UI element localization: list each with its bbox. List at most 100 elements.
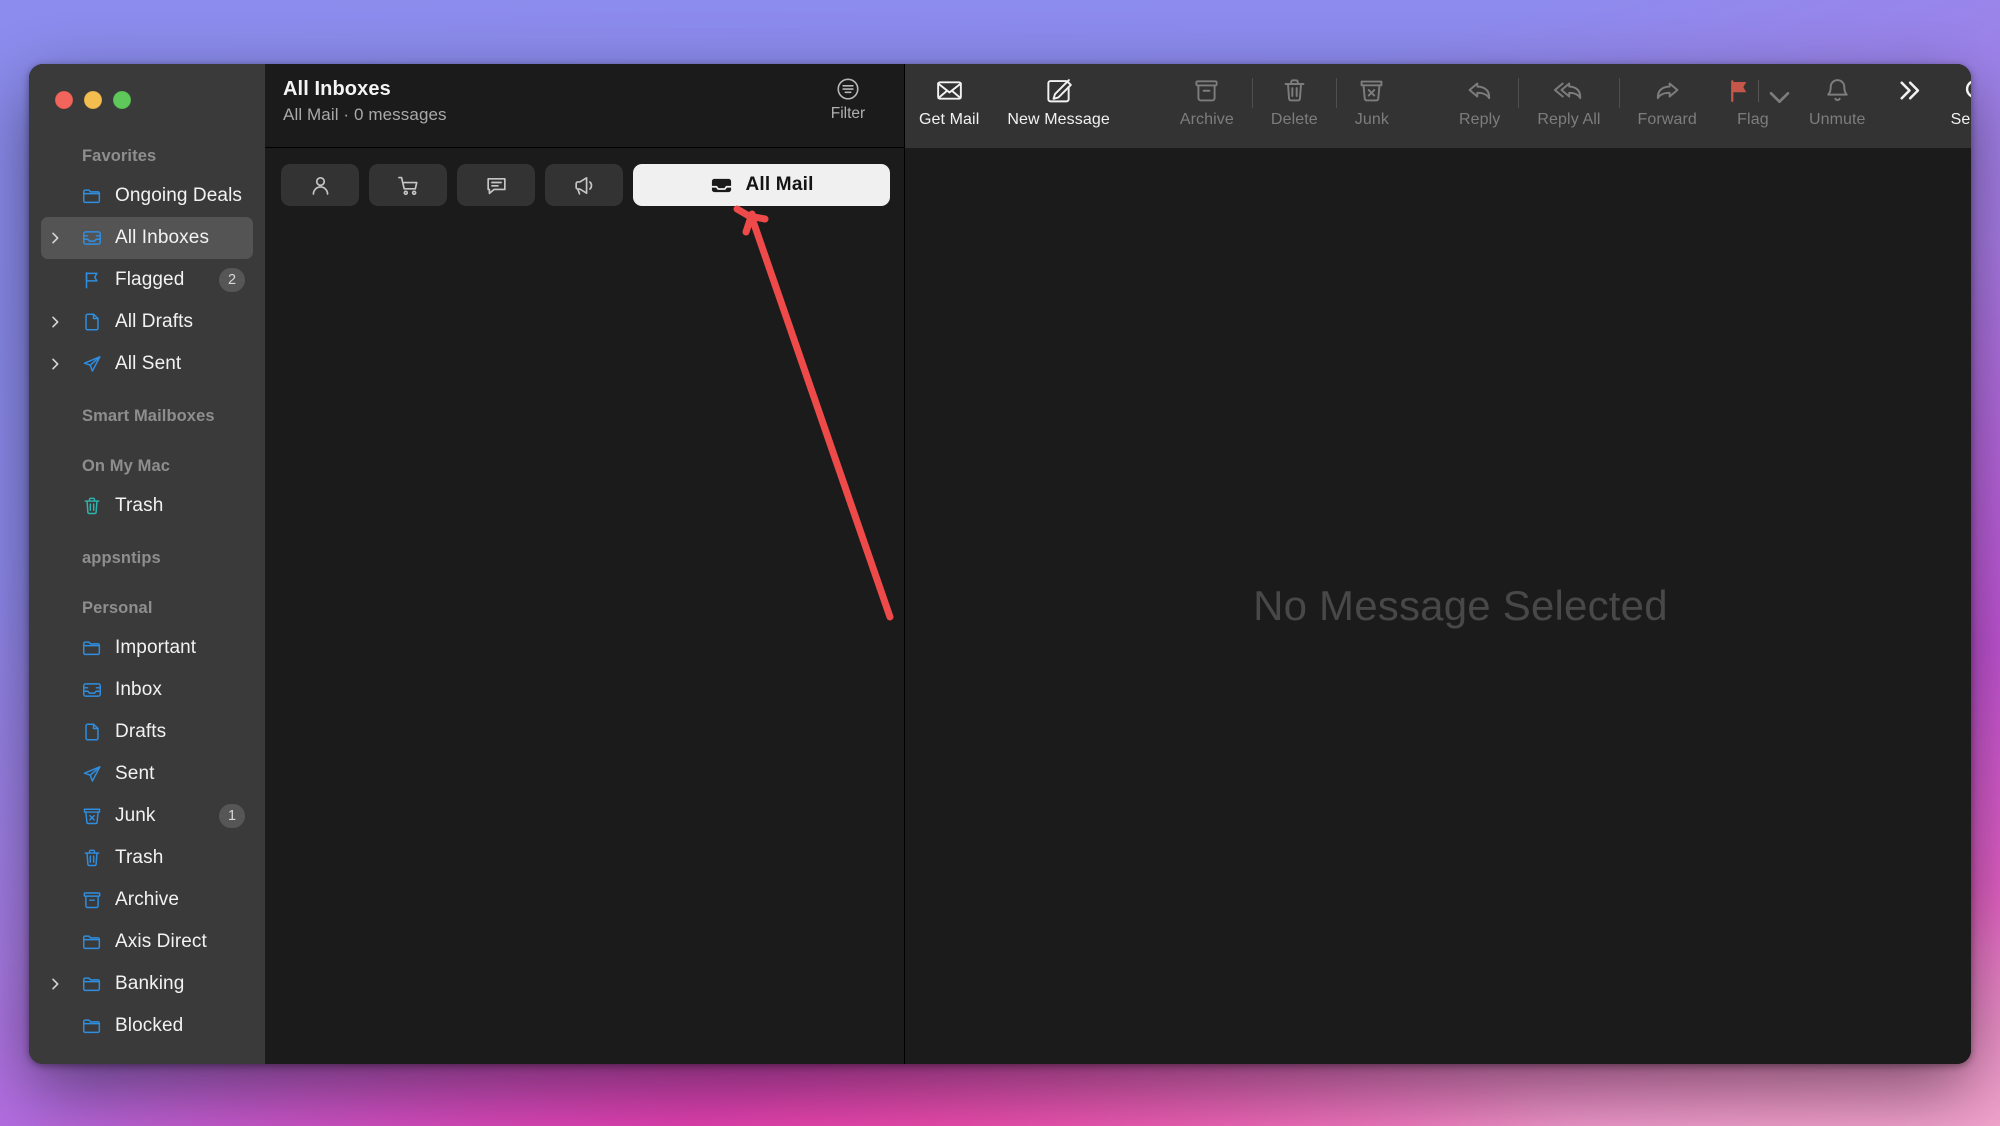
sidebar-item-label: Trash (115, 495, 164, 516)
compose-icon (1044, 76, 1073, 105)
transactions-pill[interactable] (369, 164, 447, 206)
junk-icon (1357, 76, 1386, 105)
flag-icon (81, 269, 103, 291)
toolbar-button-label: Flag (1737, 111, 1769, 128)
sidebar-item-label: Junk (115, 805, 156, 826)
toolbar-flag-button[interactable]: Flag (1711, 76, 1795, 129)
sidebar-item-label: Archive (115, 889, 180, 910)
forward-icon (1653, 76, 1682, 105)
toolbar-divider (1518, 78, 1520, 108)
toolbar-button-label: Archive (1179, 111, 1234, 128)
sidebar-item-all-sent[interactable]: All Sent (41, 343, 253, 385)
toolbar-reply-button[interactable]: Reply (1445, 76, 1514, 129)
trash-icon (81, 847, 103, 869)
sidebar-item-junk[interactable]: Junk 1 (41, 795, 253, 837)
sidebar-item-inbox[interactable]: Inbox (41, 669, 253, 711)
folder-icon (81, 185, 103, 207)
chevron-right-icon[interactable] (47, 314, 63, 330)
minimize-button[interactable] (84, 91, 102, 109)
toolbar-reply-all-button[interactable]: Reply All (1523, 76, 1614, 129)
envelope-icon (935, 76, 964, 105)
sidebar-item-label: Important (115, 637, 197, 658)
chevron-right-icon[interactable] (47, 356, 63, 372)
mail-window: Favorites Ongoing Deals All Inboxes Flagged… (29, 64, 1971, 1064)
toolbar-button-label: Reply (1458, 111, 1501, 128)
cart-icon (396, 173, 421, 198)
filter-icon (837, 78, 859, 100)
sidebar-item-drafts[interactable]: Drafts (41, 711, 253, 753)
toolbar-junk-button[interactable]: Junk (1341, 76, 1403, 129)
sidebar-mailbox-list[interactable]: Favorites Ongoing Deals All Inboxes Flagged… (29, 138, 265, 1064)
promotions-pill[interactable] (545, 164, 623, 206)
sidebar-item-trash[interactable]: Trash (41, 485, 253, 527)
sidebar-item-label: Banking (115, 973, 185, 994)
sidebar-item-label: All Drafts (115, 311, 194, 332)
toolbar-unmute-button[interactable]: Unmute (1795, 76, 1880, 129)
archive-icon (1192, 76, 1221, 105)
message-list-column: All Inboxes All Mail · 0 messages Filter… (265, 64, 905, 1064)
toolbar-button-label: Junk (1354, 111, 1389, 128)
archive-icon (81, 889, 103, 911)
toolbar-button-label: New Message (1007, 111, 1110, 128)
sidebar-item-axis-direct[interactable]: Axis Direct (41, 921, 253, 963)
sidebar-section-header: Favorites (82, 147, 157, 165)
empty-state-text: No Message Selected (1253, 582, 1668, 629)
sidebar-item-label: Sent (115, 763, 155, 784)
reply-icon (1465, 76, 1494, 105)
toolbar[interactable]: Get Mail New Message Archive Delete Junk Repl… (905, 64, 1971, 148)
sidebar-section-header: Personal (82, 599, 153, 617)
message-list-empty-body[interactable] (265, 206, 904, 1064)
trash-icon (81, 495, 103, 517)
toolbar-archive-button[interactable]: Archive (1166, 76, 1248, 129)
sidebar-item-label: Drafts (115, 721, 167, 742)
sidebar-section-header: appsntips (82, 549, 161, 567)
unread-count-badge: 2 (219, 268, 245, 292)
all-mail-pill[interactable]: All Mail (633, 164, 890, 206)
sidebar-item-blocked[interactable]: Blocked (41, 1005, 253, 1047)
person-icon (308, 173, 333, 198)
toolbar-button-label: Search (1950, 111, 1971, 128)
flag-icon (1725, 76, 1790, 105)
sidebar-item-label: Blocked (115, 1015, 184, 1036)
close-button[interactable] (55, 91, 73, 109)
sidebar-item-all-inboxes[interactable]: All Inboxes (41, 217, 253, 259)
sidebar-item-all-drafts[interactable]: All Drafts (41, 301, 253, 343)
chevron-right-icon[interactable] (47, 230, 63, 246)
sidebar-item-important[interactable]: Important (41, 627, 253, 669)
toolbar-new-message-button[interactable]: New Message (993, 76, 1123, 129)
sidebar-item-label: Flagged (115, 269, 185, 290)
sidebar-item-trash[interactable]: Trash (41, 837, 253, 879)
toolbar-search-button[interactable]: Search (1937, 76, 1971, 129)
toolbar-forward-button[interactable]: Forward (1624, 76, 1711, 129)
updates-pill[interactable] (457, 164, 535, 206)
chevron-double-right-icon (1894, 76, 1923, 105)
unread-count-badge: 1 (219, 804, 245, 828)
chevron-right-icon[interactable] (47, 976, 63, 992)
sidebar-section-header: On My Mac (82, 457, 171, 475)
toolbar-button-label: Delete (1270, 111, 1318, 128)
toolbar-delete-button[interactable]: Delete (1257, 76, 1332, 129)
sidebar-item-flagged[interactable]: Flagged 2 (41, 259, 253, 301)
filter-button[interactable]: Filter (812, 76, 884, 123)
sidebar-item-label: All Sent (115, 353, 182, 374)
sidebar-item-banking[interactable]: Banking (41, 963, 253, 1005)
sidebar-item-archive[interactable]: Archive (41, 879, 253, 921)
category-filter-pills[interactable]: All Mail (265, 148, 904, 206)
search-icon (1962, 76, 1971, 105)
sidebar-item-label: Axis Direct (115, 931, 207, 952)
toolbar-divider (1251, 78, 1253, 108)
toolbar-divider (1335, 78, 1337, 108)
zoom-button[interactable] (113, 91, 131, 109)
all-mail-icon (709, 173, 734, 198)
chevron-down-icon[interactable] (1765, 83, 1790, 103)
draft-icon (81, 721, 103, 743)
toolbar-more-button[interactable] (1880, 76, 1937, 111)
pill-label: All Mail (745, 174, 814, 195)
toolbar-get-mail-button[interactable]: Get Mail (905, 76, 993, 129)
sidebar-item-ongoing-deals[interactable]: Ongoing Deals (41, 175, 253, 217)
sidebar-item-label: Trash (115, 847, 164, 868)
message-count-subtitle: All Mail · 0 messages (283, 105, 447, 124)
folder-icon (81, 1015, 103, 1037)
contacts-pill[interactable] (281, 164, 359, 206)
sidebar-item-sent[interactable]: Sent (41, 753, 253, 795)
